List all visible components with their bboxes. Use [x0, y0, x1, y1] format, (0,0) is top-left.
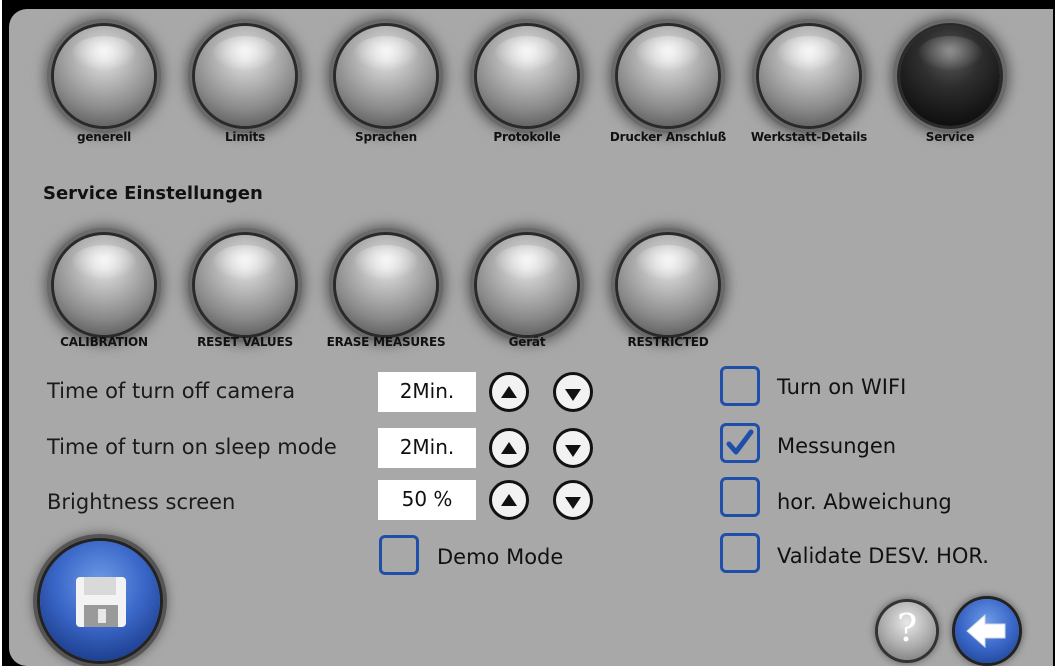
tab-label-limits: Limits — [224, 130, 266, 144]
camera-off-decrease-button[interactable] — [553, 372, 593, 412]
restricted-label: RESTRICTED — [627, 335, 709, 349]
checkmark-icon — [726, 429, 754, 455]
reset-values-label: RESET VALUES — [197, 335, 293, 349]
messungen-label: Messungen — [777, 434, 897, 458]
tab-label-werkstatt-details: Werkstatt-Details — [750, 130, 868, 144]
back-arrow-icon — [966, 613, 1006, 649]
help-button[interactable]: ? — [878, 602, 936, 660]
floppy-disk-icon — [76, 577, 126, 627]
calibration-label: CALIBRATION — [60, 335, 148, 349]
hor-abweichung-checkbox[interactable] — [720, 477, 760, 517]
tab-label-protokolle: Protokolle — [493, 130, 561, 144]
hor-abweichung-label: hor. Abweichung — [777, 490, 952, 514]
tab-limits[interactable] — [195, 26, 295, 126]
section-title: Service Einstellungen — [43, 183, 263, 204]
sleep-mode-label: Time of turn on sleep mode — [47, 435, 337, 459]
arrow-up-icon — [501, 442, 517, 454]
calibration-button[interactable] — [54, 235, 154, 335]
tab-label-generell: generell — [76, 130, 132, 144]
erase-measures-label: ERASE MEASURES — [326, 335, 446, 349]
camera-off-increase-button[interactable] — [489, 372, 529, 412]
brightness-label: Brightness screen — [47, 490, 236, 514]
brightness-increase-button[interactable] — [489, 480, 529, 520]
settings-panel: generell Limits Sprachen Protokolle Druc… — [9, 9, 1053, 666]
tab-werkstatt-details[interactable] — [759, 26, 859, 126]
camera-off-label: Time of turn off camera — [47, 379, 296, 403]
erase-measures-button[interactable] — [336, 235, 436, 335]
sleep-mode-decrease-button[interactable] — [553, 428, 593, 468]
back-button[interactable] — [955, 599, 1019, 663]
tab-label-sprachen: Sprachen — [355, 130, 417, 144]
arrow-down-icon — [565, 445, 581, 457]
restricted-button[interactable] — [618, 235, 718, 335]
geraet-label: Gerät — [508, 335, 546, 349]
save-button[interactable] — [40, 541, 160, 661]
tab-service[interactable] — [900, 26, 1000, 126]
wifi-label: Turn on WIFI — [777, 375, 907, 399]
camera-off-value[interactable]: 2Min. — [378, 372, 476, 412]
arrow-down-icon — [565, 389, 581, 401]
question-mark-icon: ? — [896, 606, 918, 650]
tab-generell[interactable] — [54, 26, 154, 126]
wifi-checkbox[interactable] — [720, 366, 760, 406]
demo-mode-label: Demo Mode — [437, 545, 564, 569]
arrow-up-icon — [501, 494, 517, 506]
messungen-checkbox[interactable] — [720, 423, 760, 463]
validate-desv-hor-label: Validate DESV. HOR. — [777, 544, 989, 568]
tab-label-service: Service — [925, 130, 975, 144]
arrow-up-icon — [501, 386, 517, 398]
tab-label-drucker-anschluss: Drucker Anschluß — [609, 130, 727, 144]
brightness-value[interactable]: 50 % — [378, 480, 476, 520]
validate-desv-hor-checkbox[interactable] — [720, 533, 760, 573]
tab-drucker-anschluss[interactable] — [618, 26, 718, 126]
brightness-decrease-button[interactable] — [553, 480, 593, 520]
sleep-mode-increase-button[interactable] — [489, 428, 529, 468]
reset-values-button[interactable] — [195, 235, 295, 335]
arrow-down-icon — [565, 497, 581, 509]
geraet-button[interactable] — [477, 235, 577, 335]
tab-protokolle[interactable] — [477, 26, 577, 126]
sleep-mode-value[interactable]: 2Min. — [378, 428, 476, 468]
tab-sprachen[interactable] — [336, 26, 436, 126]
demo-mode-checkbox[interactable] — [379, 535, 419, 575]
